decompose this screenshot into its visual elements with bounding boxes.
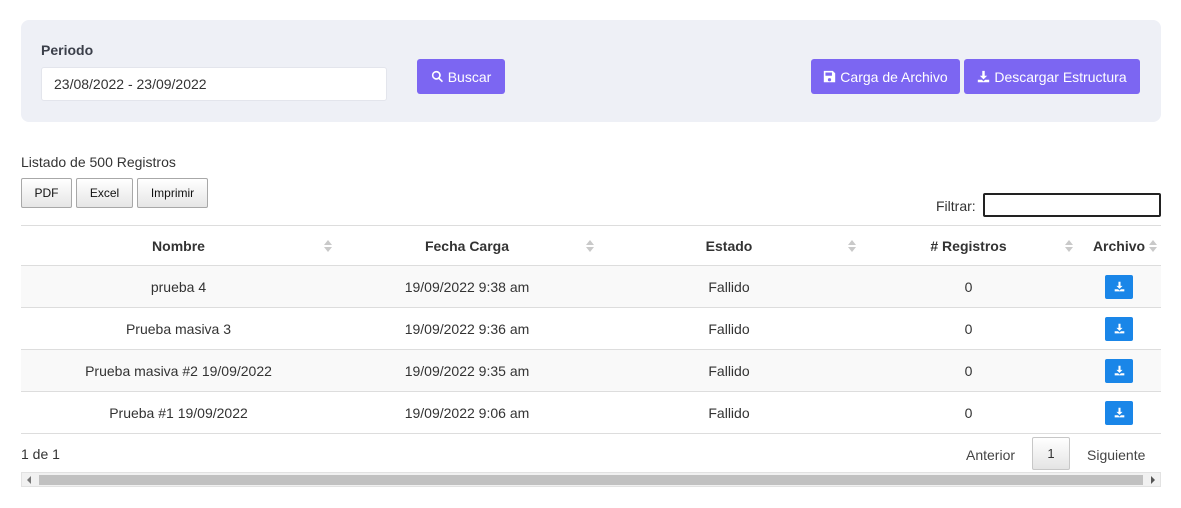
table-row: Prueba #1 19/09/2022 19/09/2022 9:06 am …: [21, 391, 1161, 434]
sort-icon: [586, 238, 594, 254]
search-button-label: Buscar: [447, 68, 492, 85]
cell-registros: 0: [860, 307, 1077, 350]
cell-estado: Fallido: [598, 307, 860, 350]
page-info: 1 de 1: [21, 446, 60, 462]
download-file-button[interactable]: [1105, 358, 1133, 383]
download-structure-button-label: Descargar Estructura: [994, 68, 1127, 85]
search-button[interactable]: Buscar: [417, 59, 505, 94]
table-row: Prueba masiva #2 19/09/2022 19/09/2022 9…: [21, 349, 1161, 392]
cell-fecha-carga: 19/09/2022 9:06 am: [336, 391, 598, 434]
save-icon: [824, 70, 836, 83]
scroll-right-arrow-icon[interactable]: [1151, 476, 1155, 484]
horizontal-scrollbar[interactable]: [21, 472, 1161, 487]
download-icon: [1114, 407, 1124, 418]
pagination-previous[interactable]: Anterior: [966, 447, 1015, 463]
scrollbar-thumb[interactable]: [39, 475, 1143, 485]
download-file-button[interactable]: [1105, 274, 1133, 299]
column-header-fecha-carga[interactable]: Fecha Carga: [336, 225, 598, 266]
upload-file-button-label: Carga de Archivo: [840, 68, 948, 85]
download-structure-button[interactable]: Descargar Estructura: [964, 59, 1140, 94]
download-file-button[interactable]: [1105, 400, 1133, 425]
download-icon: [1114, 323, 1124, 334]
table-row: prueba 4 19/09/2022 9:38 am Fallido 0: [21, 265, 1161, 308]
cell-fecha-carga: 19/09/2022 9:36 am: [336, 307, 598, 350]
column-header-estado[interactable]: Estado: [598, 225, 860, 266]
download-icon: [1114, 365, 1124, 376]
cell-registros: 0: [860, 391, 1077, 434]
sort-icon: [848, 238, 856, 254]
download-icon: [1114, 281, 1124, 292]
cell-nombre: prueba 4: [21, 265, 336, 308]
records-count: Listado de 500 Registros: [21, 154, 176, 170]
cell-estado: Fallido: [598, 391, 860, 434]
filter-panel: Periodo 23/08/2022 - 23/09/2022 Buscar C…: [21, 20, 1161, 122]
sort-icon: [324, 238, 332, 254]
export-pdf-button[interactable]: PDF: [21, 178, 72, 208]
cell-fecha-carga: 19/09/2022 9:38 am: [336, 265, 598, 308]
sort-icon: [1065, 238, 1073, 254]
cell-estado: Fallido: [598, 349, 860, 392]
export-excel-button[interactable]: Excel: [76, 178, 133, 208]
pagination-current-page[interactable]: 1: [1032, 437, 1070, 470]
download-file-button[interactable]: [1105, 316, 1133, 341]
sort-icon: [1149, 238, 1157, 254]
scroll-left-arrow-icon[interactable]: [27, 476, 31, 484]
cell-nombre: Prueba #1 19/09/2022: [21, 391, 336, 434]
cell-nombre: Prueba masiva #2 19/09/2022: [21, 349, 336, 392]
uploads-table: Nombre Fecha Carga Estado # Registros Ar…: [21, 225, 1161, 434]
download-icon: [978, 70, 990, 83]
period-label: Periodo: [41, 42, 94, 58]
search-icon: [431, 70, 443, 83]
cell-estado: Fallido: [598, 265, 860, 308]
filter-label: Filtrar:: [936, 198, 976, 214]
cell-nombre: Prueba masiva 3: [21, 307, 336, 350]
cell-registros: 0: [860, 265, 1077, 308]
pagination-next[interactable]: Siguiente: [1087, 447, 1145, 463]
cell-registros: 0: [860, 349, 1077, 392]
upload-file-button[interactable]: Carga de Archivo: [811, 59, 960, 94]
period-date-range-input[interactable]: 23/08/2022 - 23/09/2022: [41, 67, 387, 101]
column-header-archivo[interactable]: Archivo: [1077, 225, 1161, 266]
table-row: Prueba masiva 3 19/09/2022 9:36 am Falli…: [21, 307, 1161, 350]
print-button[interactable]: Imprimir: [137, 178, 208, 208]
filter-input[interactable]: [983, 193, 1161, 217]
column-header-registros[interactable]: # Registros: [860, 225, 1077, 266]
cell-fecha-carga: 19/09/2022 9:35 am: [336, 349, 598, 392]
column-header-nombre[interactable]: Nombre: [21, 225, 336, 266]
